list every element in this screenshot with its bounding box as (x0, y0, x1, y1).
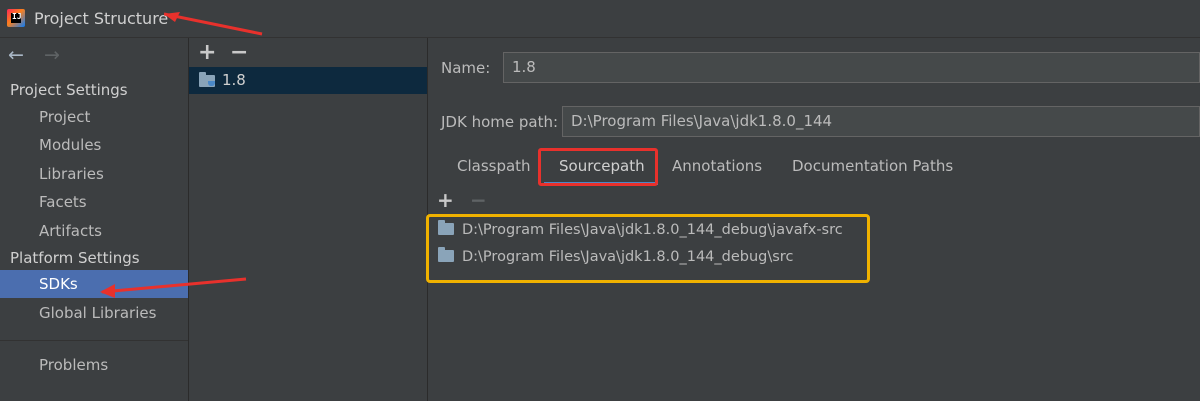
add-path-button[interactable]: + (437, 188, 454, 212)
intellij-logo-icon: IJ (7, 9, 25, 27)
jdk-home-path-label: JDK home path: (441, 113, 559, 131)
source-paths-highlight-box (426, 214, 870, 283)
sdk-item-label: 1.8 (222, 71, 246, 89)
sdk-detail-panel: Name: 1.8 JDK home path: D:\Program File… (426, 38, 1200, 401)
project-settings-header: Project Settings (10, 81, 128, 99)
tab-annotations[interactable]: Annotations (672, 148, 762, 184)
sourcepath-highlight-box (538, 148, 658, 186)
jdk-home-path-field[interactable]: D:\Program Files\Java\jdk1.8.0_144 (562, 106, 1200, 137)
add-sdk-button[interactable]: + (198, 40, 216, 65)
sidebar-item-facets[interactable]: Facets (0, 188, 188, 216)
remove-path-button[interactable]: − (470, 188, 487, 212)
tab-classpath[interactable]: Classpath (457, 148, 531, 184)
sdk-list-item[interactable]: 1.8 (189, 67, 427, 94)
window-title: Project Structure (34, 9, 169, 28)
sidebar: ← → Project Settings Project Modules Lib… (0, 38, 189, 401)
sidebar-item-project[interactable]: Project (0, 103, 188, 131)
sidebar-divider (0, 340, 188, 341)
sidebar-item-artifacts[interactable]: Artifacts (0, 217, 188, 245)
name-label: Name: (441, 59, 491, 77)
name-field[interactable]: 1.8 (503, 52, 1200, 83)
tab-documentation-paths[interactable]: Documentation Paths (792, 148, 953, 184)
sidebar-item-problems[interactable]: Problems (0, 351, 188, 379)
back-arrow-icon[interactable]: ← (8, 44, 24, 66)
sidebar-item-global-libraries[interactable]: Global Libraries (0, 299, 188, 327)
sidebar-item-modules[interactable]: Modules (0, 131, 188, 159)
annotation-arrow-icon (100, 277, 247, 298)
platform-settings-header: Platform Settings (10, 249, 140, 267)
history-nav: ← → (8, 44, 74, 66)
forward-arrow-icon[interactable]: → (44, 44, 60, 66)
sidebar-item-libraries[interactable]: Libraries (0, 160, 188, 188)
java-cup-icon (208, 81, 215, 86)
title-bar: IJ Project Structure (0, 0, 1200, 38)
sdk-list-panel: + − 1.8 (189, 38, 428, 401)
remove-sdk-button[interactable]: − (230, 40, 248, 65)
